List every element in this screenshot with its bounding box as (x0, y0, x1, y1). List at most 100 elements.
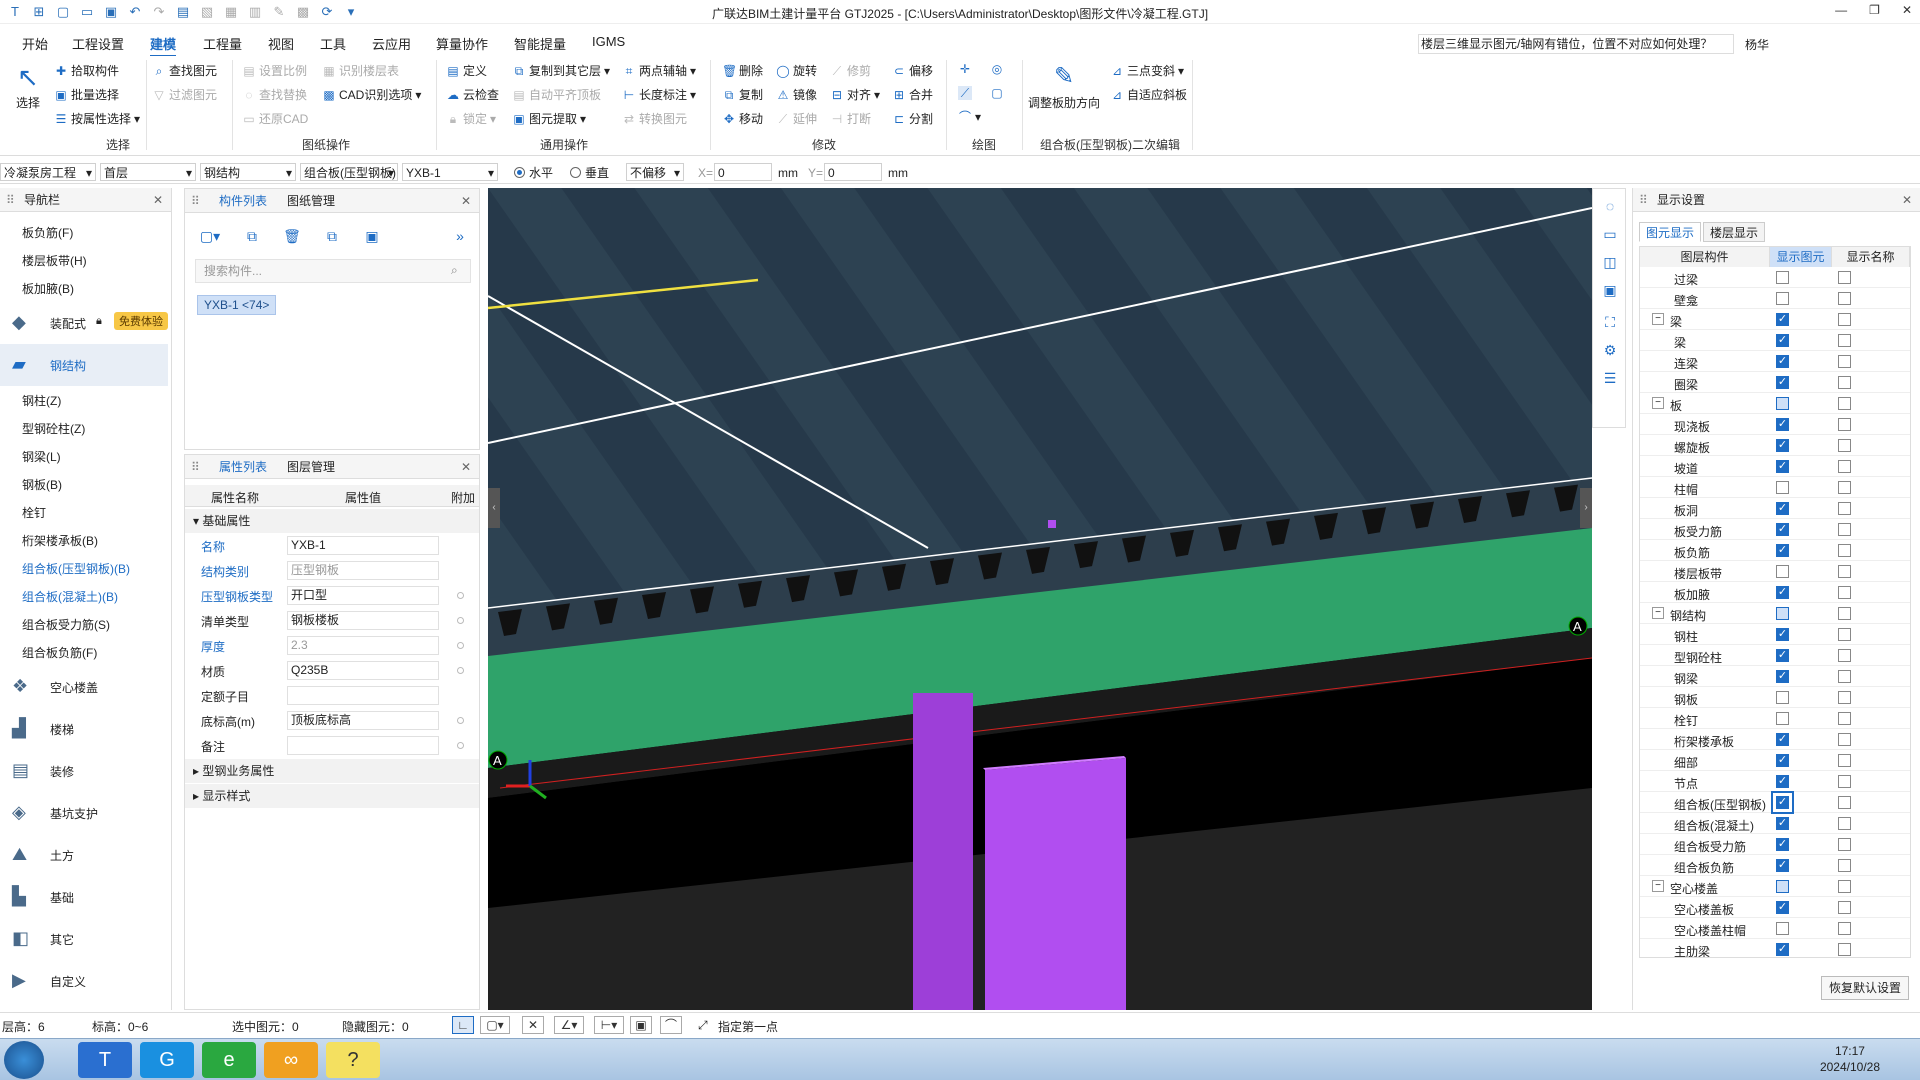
show-element-checkbox[interactable] (1776, 397, 1789, 410)
display-row[interactable]: 空心楼盖板 ✓ (1640, 897, 1910, 918)
object-snap-icon[interactable]: ▢▾ (480, 1016, 510, 1034)
display-row[interactable]: − 空心楼盖 (1640, 876, 1910, 897)
show-element-checkbox[interactable]: ✓ (1776, 859, 1789, 872)
display-row[interactable]: 钢梁 ✓ (1640, 666, 1910, 687)
nav-item-composite-concrete[interactable]: 组合板(混凝土)(B) (22, 588, 118, 605)
show-name-checkbox[interactable] (1838, 418, 1851, 431)
start-button[interactable] (4, 1041, 44, 1079)
nav-category-other[interactable]: ◧ 其它 (0, 918, 168, 960)
attach-checkbox[interactable] (457, 592, 464, 599)
orbit-icon[interactable]: ◌ (1601, 197, 1619, 215)
section-steel-business[interactable]: ▸ 型钢业务属性 (185, 759, 479, 783)
show-name-checkbox[interactable] (1838, 607, 1851, 620)
show-name-checkbox[interactable] (1838, 397, 1851, 410)
floor-select[interactable]: 首层 ▾ (100, 163, 196, 181)
props-close-icon[interactable]: ✕ (461, 455, 471, 479)
show-element-checkbox[interactable]: ✓ (1776, 670, 1789, 683)
display-row[interactable]: 组合板(混凝土) ✓ (1640, 813, 1910, 834)
show-element-checkbox[interactable]: ✓ (1776, 817, 1789, 830)
extend-button[interactable]: ⟋ 延伸 (776, 110, 817, 127)
attach-checkbox[interactable] (457, 717, 464, 724)
menu-tab-smart[interactable]: 智能提量 (514, 34, 566, 53)
ortho-snap-icon[interactable]: ∟ (452, 1016, 474, 1034)
draw-point-button[interactable]: ✛ (958, 62, 972, 76)
settings-view-icon[interactable]: ⚙︎ (1601, 341, 1619, 359)
3d-view-icon[interactable]: ◫ (1601, 253, 1619, 271)
offset-select[interactable]: 不偏移 ▾ (626, 163, 684, 181)
nav-category-pit-support[interactable]: ◈ 基坑支护 (0, 792, 168, 834)
save-icon[interactable]: ▣ (102, 3, 120, 21)
show-name-checkbox[interactable] (1838, 523, 1851, 536)
three-point-slope-button[interactable]: ⊿ 三点变斜 ▾ (1110, 62, 1184, 79)
nav-category-decoration[interactable]: ▤ 装修 (0, 750, 168, 792)
move-button[interactable]: ✥ 移动 (722, 110, 763, 127)
display-row[interactable]: 坡道 ✓ (1640, 456, 1910, 477)
show-name-checkbox[interactable] (1838, 670, 1851, 683)
show-name-checkbox[interactable] (1838, 439, 1851, 452)
show-element-checkbox[interactable]: ✓ (1776, 754, 1789, 767)
show-element-checkbox[interactable]: ✓ (1776, 334, 1789, 347)
nav-category-custom[interactable]: ▶ 自定义 (0, 960, 168, 1002)
show-name-checkbox[interactable] (1838, 922, 1851, 935)
nav-item-steel-beam[interactable]: 钢梁(L) (22, 448, 61, 465)
nav-item-composite-neg-rebar[interactable]: 组合板负筋(F) (22, 644, 97, 661)
prop-row-name[interactable]: 名称 YXB-1 (185, 533, 479, 558)
taskbar-gtj-icon[interactable]: T (78, 1042, 132, 1078)
grip-icon[interactable]: ⠿ (6, 188, 15, 212)
show-element-checkbox[interactable] (1776, 712, 1789, 725)
display-row[interactable]: 板洞 ✓ (1640, 498, 1910, 519)
tab-drawing-mgmt[interactable]: 图纸管理 (287, 189, 335, 213)
calc-icon[interactable]: ▤ (174, 3, 192, 21)
prop-value[interactable]: Q235B (287, 661, 439, 680)
lock-button[interactable]: 🔒︎ 锁定 ▾ (446, 110, 496, 127)
mirror-button[interactable]: ⚠︎ 镜像 (776, 86, 817, 103)
show-element-checkbox[interactable]: ✓ (1776, 733, 1789, 746)
app-logo-icon[interactable]: T (6, 3, 24, 21)
show-name-checkbox[interactable] (1838, 733, 1851, 746)
collapse-left-handle[interactable]: ‹ (488, 488, 500, 528)
nav-category-hollow-floor[interactable]: ❖ 空心楼盖 (0, 666, 168, 708)
sync-icon[interactable]: ⟳ (318, 3, 336, 21)
display-row[interactable]: − 梁 ✓ (1640, 309, 1910, 330)
display-close-icon[interactable]: ✕ (1902, 188, 1912, 212)
extract-button[interactable]: ▣ 图元提取 ▾ (512, 110, 586, 127)
nav-item-truss-deck[interactable]: 桁架楼承板(B) (22, 532, 98, 549)
collapse-toggle-icon[interactable]: − (1652, 397, 1664, 409)
display-row[interactable]: 板受力筋 ✓ (1640, 519, 1910, 540)
taskbar-browser-icon[interactable]: e (202, 1042, 256, 1078)
prop-value[interactable]: 钢板楼板 (287, 611, 439, 630)
show-element-checkbox[interactable]: ✓ (1776, 775, 1789, 788)
auto-slope-button[interactable]: ⊿ 自适应斜板 (1110, 86, 1187, 103)
show-element-checkbox[interactable]: ✓ (1776, 649, 1789, 662)
show-element-checkbox[interactable]: ✓ (1776, 901, 1789, 914)
nav-item-stud[interactable]: 栓钉 (22, 504, 46, 521)
minimize-icon[interactable]: — (1835, 3, 1847, 17)
nav-item-slab-haunch[interactable]: 板加腋(B) (22, 280, 74, 297)
show-element-checkbox[interactable]: ✓ (1776, 460, 1789, 473)
show-element-checkbox[interactable]: ✓ (1776, 544, 1789, 557)
type-select[interactable]: 组合板(压型钢板) ▾ (300, 163, 398, 181)
prop-row-deck-type[interactable]: 压型钢板类型 开口型 (185, 583, 479, 608)
show-name-checkbox[interactable] (1838, 502, 1851, 515)
display-row[interactable]: 钢柱 ✓ (1640, 624, 1910, 645)
align-button[interactable]: ⊟ 对齐 ▾ (830, 86, 880, 103)
nav-category-foundation[interactable]: ▙ 基础 (0, 876, 168, 918)
tab-component-list[interactable]: 构件列表 (219, 189, 267, 213)
show-element-checkbox[interactable] (1776, 292, 1789, 305)
category-select[interactable]: 钢结构 ▾ (200, 163, 296, 181)
collapse-toggle-icon[interactable]: − (1652, 607, 1664, 619)
menu-tab-view[interactable]: 视图 (268, 34, 294, 53)
display-row[interactable]: 空心楼盖柱帽 (1640, 918, 1910, 939)
nav-item-composite-rebar[interactable]: 组合板受力筋(S) (22, 616, 110, 633)
search-icon[interactable]: ⌕ (451, 263, 458, 278)
identify-floor-button[interactable]: ▦ 识别楼层表 (322, 62, 399, 79)
quick-access-dropdown-icon[interactable]: ▾ (342, 3, 360, 21)
batch-select-button[interactable]: ▣ 批量选择 (54, 86, 119, 103)
show-element-checkbox[interactable]: ✓ (1776, 439, 1789, 452)
show-name-checkbox[interactable] (1838, 901, 1851, 914)
tab-property-list[interactable]: 属性列表 (219, 455, 267, 479)
menu-tab-start[interactable]: 开始 (22, 34, 48, 53)
show-name-checkbox[interactable] (1838, 334, 1851, 347)
user-name[interactable]: 杨华 (1745, 36, 1769, 53)
prop-value[interactable]: 开口型 (287, 586, 439, 605)
